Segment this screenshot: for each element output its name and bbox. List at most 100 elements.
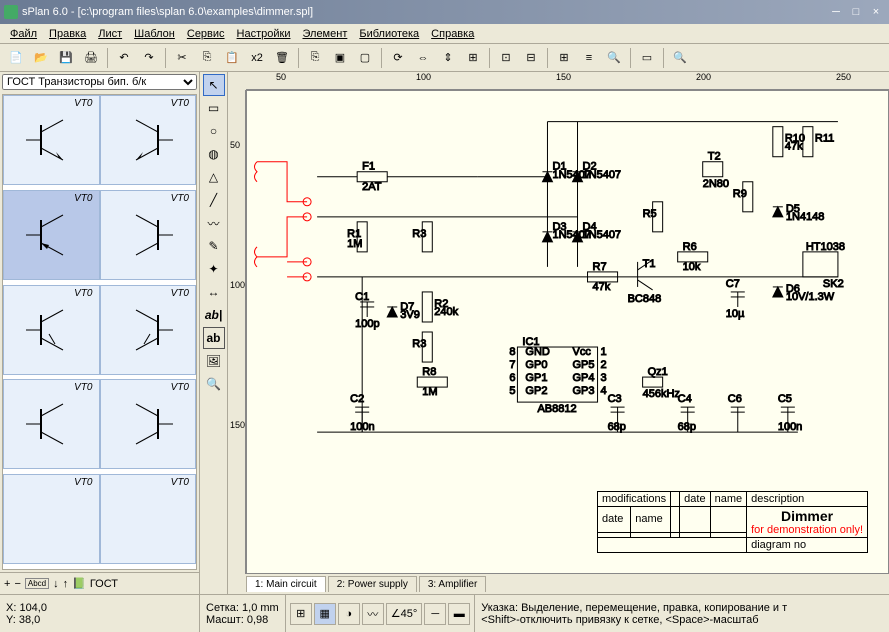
page-tabs: 1: Main circuit 2: Power supply 3: Ampli… (228, 574, 889, 594)
lib-cell-npn2[interactable]: VT0 (100, 95, 197, 185)
tab-amplifier[interactable]: 3: Amplifier (419, 576, 486, 592)
cut-button[interactable]: ✂ (170, 46, 194, 70)
minus-icon[interactable]: − (14, 578, 20, 590)
svg-text:C6: C6 (728, 393, 742, 405)
menu-help[interactable]: Справка (425, 26, 480, 42)
poly-tool[interactable]: △ (203, 166, 225, 188)
svg-text:F1: F1 (362, 161, 375, 173)
lib-cell-8[interactable]: VT0 (100, 379, 197, 469)
pointer-tool[interactable]: ↖ (203, 74, 225, 96)
zoom-tool[interactable]: 🔍 (203, 373, 225, 395)
ruler-vertical: 50 100 150 (228, 90, 246, 574)
main-toolbar: 📄 📂 💾 🖨 ↶ ↷ ✂ ⎘ 📋 x2 🗑 ⎘ ▣ ▢ ⟳ ⇔ ⇕ ⊞ ⊡ ⊟… (0, 44, 889, 72)
svg-text:GP3: GP3 (573, 385, 595, 397)
up-icon[interactable]: ↑ (63, 578, 69, 590)
library-panel: ГОСТ Транзисторы бип. б/к VT0 VT0 VT0 VT… (0, 72, 200, 594)
fliph-button[interactable]: ⇔ (411, 46, 435, 70)
menu-library[interactable]: Библиотека (353, 26, 425, 42)
textbox-tool[interactable]: ab (203, 327, 225, 349)
lib-cell-pnp1[interactable]: VT0 (3, 190, 100, 280)
svg-text:C1: C1 (355, 291, 369, 303)
tab-power-supply[interactable]: 2: Power supply (328, 576, 417, 592)
dim-tool[interactable]: ↔ (203, 281, 225, 303)
maximize-button[interactable]: □ (847, 4, 865, 20)
new-button[interactable]: 📄 (4, 46, 28, 70)
node-tool[interactable]: ✦ (203, 258, 225, 280)
lib-cell-7[interactable]: VT0 (3, 379, 100, 469)
lib-cell-5[interactable]: VT0 (3, 285, 100, 375)
tab-main-circuit[interactable]: 1: Main circuit (246, 576, 326, 592)
svg-text:R6: R6 (683, 241, 697, 253)
image-tool[interactable]: 🖼 (203, 350, 225, 372)
fill-tool[interactable]: ◍ (203, 143, 225, 165)
menu-settings[interactable]: Настройки (231, 26, 297, 42)
flipv-button[interactable]: ⇕ (436, 46, 460, 70)
svg-text:456kHz: 456kHz (643, 388, 680, 400)
svg-text:2N80: 2N80 (703, 178, 729, 190)
svg-text:R9: R9 (733, 188, 747, 200)
duplicate-button[interactable]: ⎘ (303, 46, 327, 70)
list-button[interactable]: ≡ (577, 46, 601, 70)
text-tool[interactable]: ab| (203, 304, 225, 326)
group-button[interactable]: ⊡ (494, 46, 518, 70)
ungroup-button[interactable]: ⊟ (519, 46, 543, 70)
svg-text:10k: 10k (683, 261, 701, 273)
menu-service[interactable]: Сервис (181, 26, 231, 42)
svg-text:1M: 1M (347, 238, 362, 250)
svg-text:100n: 100n (778, 421, 802, 433)
svg-text:R5: R5 (643, 208, 657, 220)
lib-cell-pnp2[interactable]: VT0 (100, 190, 197, 280)
plus-icon[interactable]: + (4, 578, 10, 590)
toback-button[interactable]: ▢ (353, 46, 377, 70)
svg-text:C2: C2 (350, 393, 364, 405)
minimize-button[interactable]: ─ (827, 4, 845, 20)
svg-text:1: 1 (601, 346, 607, 358)
schematic-canvas[interactable]: F1 2AT D1 1N5407 D2 (246, 90, 889, 574)
align-button[interactable]: ⊞ (461, 46, 485, 70)
open-button[interactable]: 📂 (29, 46, 53, 70)
delete-button[interactable]: 🗑 (270, 46, 294, 70)
bezier-tool[interactable]: 〰 (203, 212, 225, 234)
rect-tool[interactable]: ▭ (203, 97, 225, 119)
svg-text:HT1038: HT1038 (806, 241, 845, 253)
svg-text:R7: R7 (593, 261, 607, 273)
ellipse-tool[interactable]: ○ (203, 120, 225, 142)
menu-sheet[interactable]: Лист (92, 26, 128, 42)
grid-button[interactable]: ⊞ (552, 46, 576, 70)
svg-text:10V/1.3W: 10V/1.3W (786, 291, 835, 303)
zoom-button[interactable]: 🔍 (668, 46, 692, 70)
print-button[interactable]: 🖨 (79, 46, 103, 70)
menu-element[interactable]: Элемент (296, 26, 353, 42)
find-button[interactable]: 🔍 (602, 46, 626, 70)
copy-button[interactable]: ⎘ (195, 46, 219, 70)
menu-edit[interactable]: Правка (43, 26, 92, 42)
library-combo[interactable]: ГОСТ Транзисторы бип. б/к (2, 74, 197, 90)
close-button[interactable]: × (867, 4, 885, 20)
undo-button[interactable]: ↶ (112, 46, 136, 70)
lib-cell-npn1[interactable]: VT0 (3, 95, 100, 185)
svg-text:BC848: BC848 (628, 293, 662, 305)
save-button[interactable]: 💾 (54, 46, 78, 70)
down-icon[interactable]: ↓ (53, 578, 59, 590)
canvas-area: 50 100 150 200 250 50 100 150 (228, 72, 889, 594)
library-grid: VT0 VT0 VT0 VT0 VT0 VT0 VT0 VT0 VT0 VT0 (2, 94, 197, 570)
lib-cell-6[interactable]: VT0 (100, 285, 197, 375)
line-tool[interactable]: ╱ (203, 189, 225, 211)
svg-text:C5: C5 (778, 393, 792, 405)
tofront-button[interactable]: ▣ (328, 46, 352, 70)
menu-template[interactable]: Шаблон (128, 26, 181, 42)
ruler-horizontal: 50 100 150 200 250 (246, 72, 889, 90)
paste-x2-button[interactable]: x2 (245, 46, 269, 70)
lib-cell-9[interactable]: VT0 (3, 474, 100, 564)
lib-cell-10[interactable]: VT0 (100, 474, 197, 564)
menu-file[interactable]: Файл (4, 26, 43, 42)
paste-button[interactable]: 📋 (220, 46, 244, 70)
svg-text:68p: 68p (678, 421, 696, 433)
menubar: Файл Правка Лист Шаблон Сервис Настройки… (0, 24, 889, 44)
svg-text:68p: 68p (608, 421, 626, 433)
freeline-tool[interactable]: ✎ (203, 235, 225, 257)
redo-button[interactable]: ↷ (137, 46, 161, 70)
abcd-icon[interactable]: Abcd (25, 578, 49, 589)
rotate-button[interactable]: ⟳ (386, 46, 410, 70)
page-button[interactable]: ▭ (635, 46, 659, 70)
